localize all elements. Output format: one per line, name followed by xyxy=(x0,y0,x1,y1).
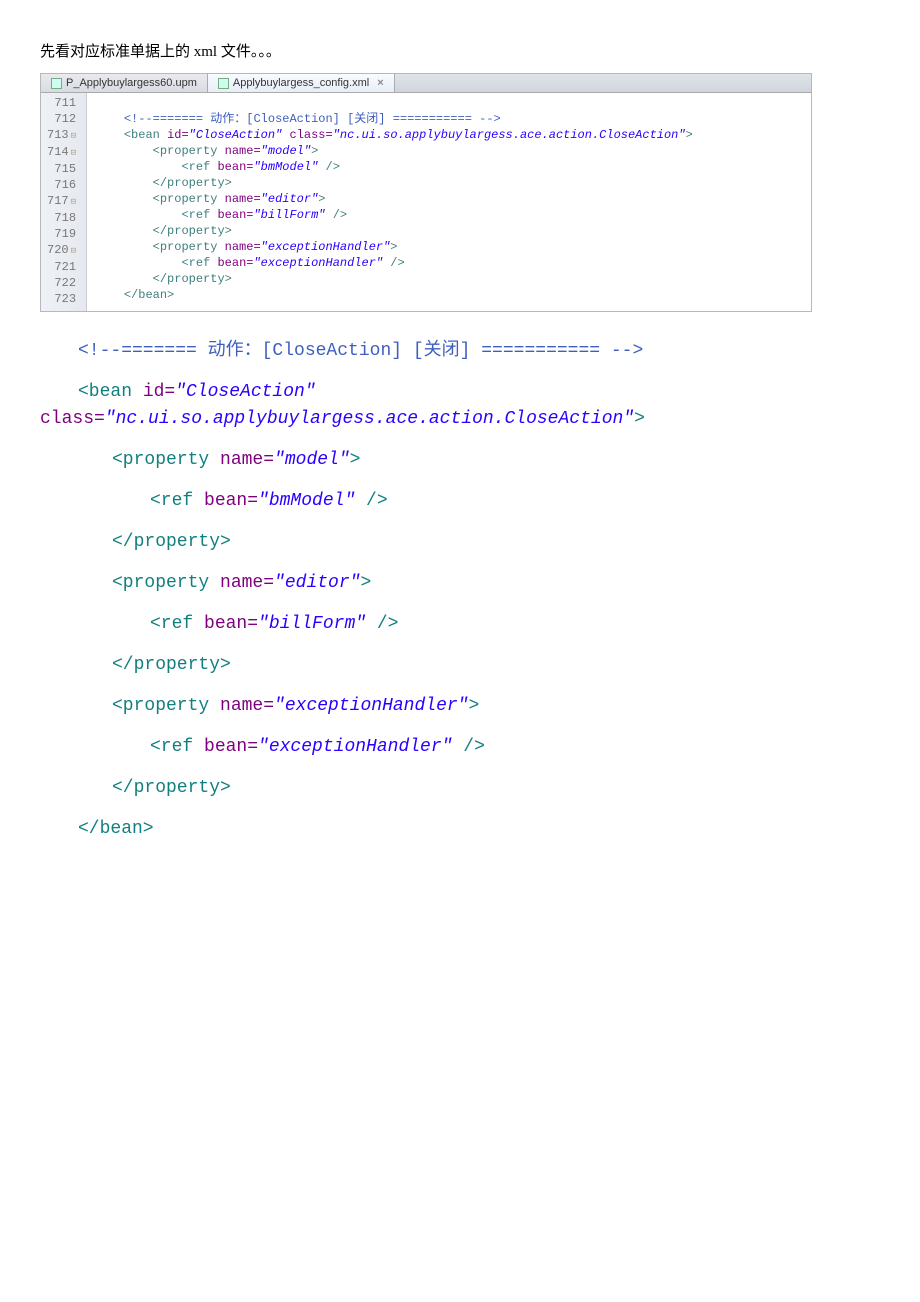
file-icon xyxy=(51,78,62,89)
tab-label: P_Applybuylargess60.upm xyxy=(66,77,197,89)
file-icon xyxy=(218,78,229,89)
line-gutter: 711 712 713⊟ 714⊟ 715 716 717⊟ 718 719 7… xyxy=(41,93,87,311)
code-area[interactable]: <!--======= 动作：[CloseAction] [关闭] ======… xyxy=(87,93,693,311)
tab-xml[interactable]: Applybuylargess_config.xml × xyxy=(208,74,395,92)
close-icon[interactable]: × xyxy=(377,77,383,89)
tab-label: Applybuylargess_config.xml xyxy=(233,77,369,89)
editor-pane: 711 712 713⊟ 714⊟ 715 716 717⊟ 718 719 7… xyxy=(41,93,811,311)
editor-window: P_Applybuylargess60.upm Applybuylargess_… xyxy=(40,73,812,312)
tab-upm[interactable]: P_Applybuylargess60.upm xyxy=(41,74,208,92)
intro-text: 先看对应标准单据上的 xml 文件。。。 xyxy=(40,40,880,61)
tab-bar: P_Applybuylargess60.upm Applybuylargess_… xyxy=(41,74,811,93)
enlarged-code: <!--======= 动作：[CloseAction] [关闭] ======… xyxy=(40,338,880,843)
